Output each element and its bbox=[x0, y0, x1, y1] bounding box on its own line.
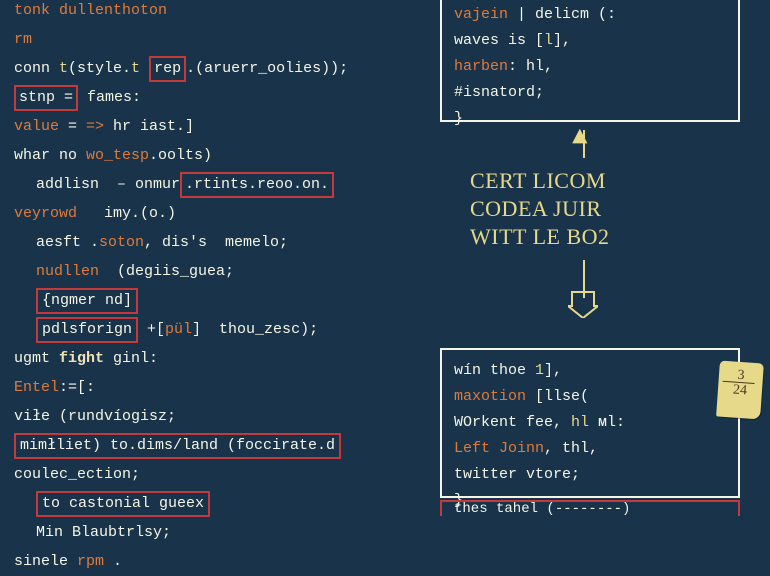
code-line: veyrowd imy.(o.) bbox=[14, 199, 434, 228]
code-line: tonk dullenthoton bbox=[14, 0, 434, 25]
sticky-num-2: 24 bbox=[717, 381, 762, 399]
caption-line-1: CERT LICOM bbox=[470, 167, 610, 195]
box-line: maxotion [llse( bbox=[454, 384, 726, 410]
sticky-num-1: 3 bbox=[719, 367, 764, 385]
code-line: pdlsforign +[pül] thou_zesc); bbox=[14, 315, 434, 344]
arrow-up-icon: ▲ bbox=[572, 122, 588, 152]
box-line: harben: hl, bbox=[454, 54, 726, 80]
code-line: value = => hr iast.] bbox=[14, 112, 434, 141]
box-line: twitter vtore; bbox=[454, 462, 726, 488]
box-line: Left Joinn, thl, bbox=[454, 436, 726, 462]
code-line: sinele rpm . bbox=[14, 547, 434, 576]
code-line: ugmt fight ginl: bbox=[14, 344, 434, 373]
sticky-note: 3 24 bbox=[716, 361, 764, 420]
code-line: conn t(style.t rep.(aruerr_oolies)); bbox=[14, 54, 434, 83]
output-box-top: vajein | delicm (:waves is [l],harben: h… bbox=[440, 0, 740, 122]
code-line: rm bbox=[14, 25, 434, 54]
code-line: {ngmer nd] bbox=[14, 286, 434, 315]
code-line: viłe (rundvíogisz; bbox=[14, 402, 434, 431]
code-line: mimłliet) to.dims/land (foccirate.d bbox=[14, 431, 434, 460]
code-line: nudllen (degiis_guea; bbox=[14, 257, 434, 286]
code-line: to castonial gueex bbox=[14, 489, 434, 518]
box-line: WOrkent fee, hl ᴍl: bbox=[454, 410, 726, 436]
output-box-bottom: wín thoe 1],maxotion [llse( WOrkent fee,… bbox=[440, 348, 740, 498]
footer-highlight: thes tahel (--------) bbox=[440, 500, 740, 516]
arrow-down-icon bbox=[568, 290, 598, 318]
box-line: waves is [l], bbox=[454, 28, 726, 54]
caption-line-2: CODEA JUIR bbox=[470, 195, 610, 223]
code-line: Entel:=[: bbox=[14, 373, 434, 402]
caption-line-3: WITT LE BO2 bbox=[470, 223, 610, 251]
diagram-caption: CERT LICOM CODEA JUIR WITT LE BO2 bbox=[470, 167, 610, 251]
box-line: } bbox=[454, 106, 726, 132]
arrow-up-stem bbox=[583, 130, 585, 158]
code-line: Min Blaubtrlsy; bbox=[14, 518, 434, 547]
box-line: #isnatord; bbox=[454, 80, 726, 106]
footer-text: thes tahel (--------) bbox=[442, 501, 630, 517]
code-area: tonk dullenthotonrmconn t(style.t rep.(a… bbox=[14, 0, 434, 576]
code-line: addlisn – onmur.rtints.reoo.on. bbox=[14, 170, 434, 199]
box-line: vajein | delicm (: bbox=[454, 2, 726, 28]
code-line: stnp = fames: bbox=[14, 83, 434, 112]
box-line: wín thoe 1], bbox=[454, 358, 726, 384]
code-line: coulec_ection; bbox=[14, 460, 434, 489]
code-line: whar no wo_tesp.oolts) bbox=[14, 141, 434, 170]
code-line: aesft .soton, dis's memelo; bbox=[14, 228, 434, 257]
